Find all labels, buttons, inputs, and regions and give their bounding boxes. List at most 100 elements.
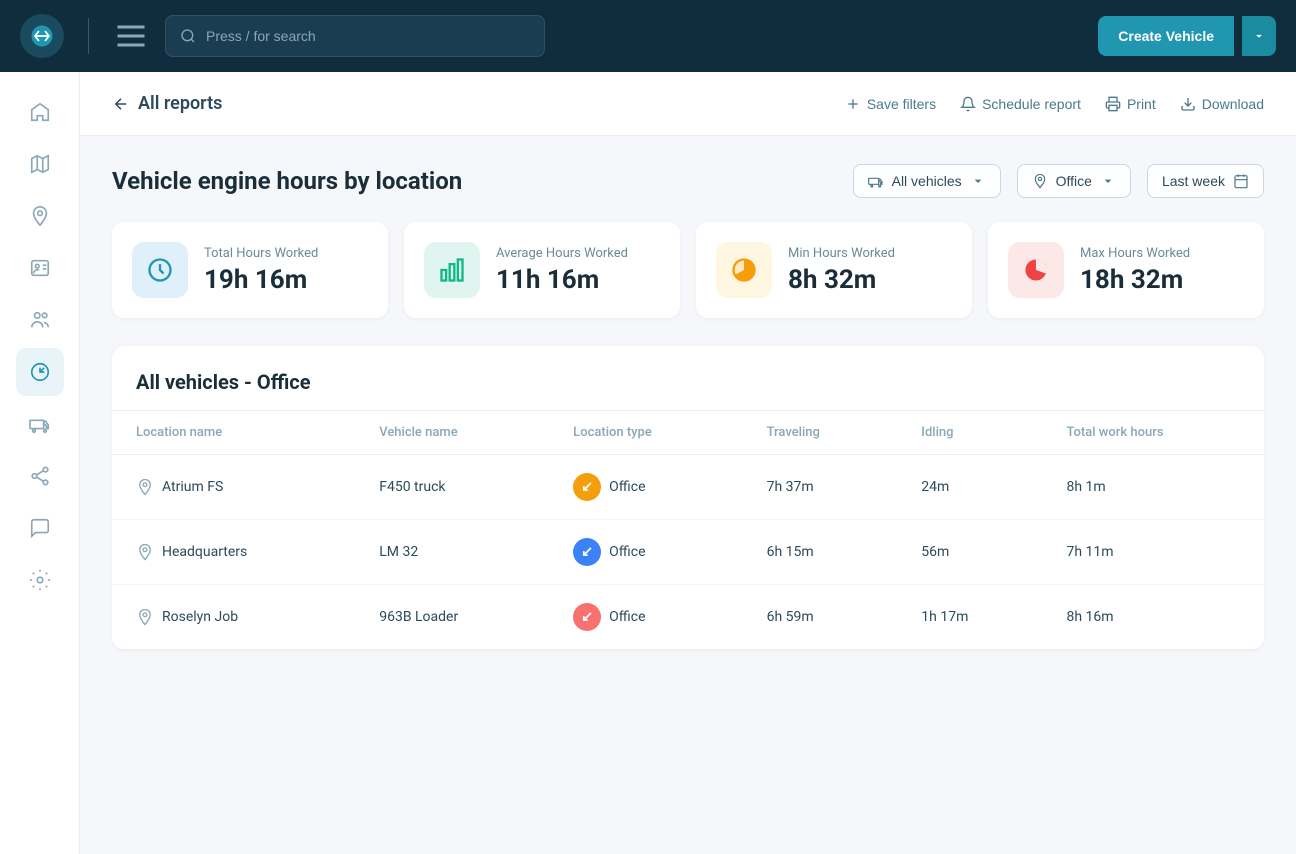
save-filters-button[interactable]: Save filters [845,96,936,112]
type-badge-1: ↙ [573,538,601,566]
header-actions: Save filters Schedule report Print Downl… [845,96,1264,112]
cell-location-1: Headquarters [112,520,355,585]
pin-icon [1032,173,1048,189]
sidebar-item-map[interactable] [16,140,64,188]
chevron-down-icon-2 [1100,173,1116,189]
report-title: Vehicle engine hours by location [112,167,462,195]
type-badge-2: ↙ [573,603,601,631]
table-row: Atrium FS F450 truck ↙ Office 7h 37m 24m… [112,455,1264,520]
col-header-idling: Idling [897,411,1042,455]
location-pin-icon [136,543,154,561]
stat-value-average: 11h 16m [496,265,660,295]
create-vehicle-dropdown[interactable] [1242,16,1276,56]
report-title-row: Vehicle engine hours by location All veh… [112,164,1264,198]
table-row: Roselyn Job 963B Loader ↙ Office 6h 59m … [112,585,1264,650]
table-row: Headquarters LM 32 ↙ Office 6h 15m 56m 7… [112,520,1264,585]
stat-label-total: Total Hours Worked [204,246,368,261]
stat-value-total: 19h 16m [204,265,368,295]
stat-label-average: Average Hours Worked [496,246,660,261]
search-icon [180,28,196,44]
topnav: Create Vehicle [0,0,1296,72]
location-pin-icon [136,608,154,626]
page-title: All reports [138,93,222,114]
table-section-title: All vehicles - Office [112,346,1264,411]
sidebar-item-users[interactable] [16,296,64,344]
create-vehicle-button[interactable]: Create Vehicle [1098,16,1234,56]
data-table: Location name Vehicle name Location type… [112,411,1264,649]
cell-traveling-0: 7h 37m [743,455,898,520]
chevron-down-icon [970,173,986,189]
type-badge-0: ↙ [573,473,601,501]
cell-vehicle-1: LM 32 [355,520,549,585]
col-header-type: Location type [549,411,742,455]
sidebar-item-location[interactable] [16,192,64,240]
stat-card-average: Average Hours Worked 11h 16m [404,222,680,318]
cell-traveling-2: 6h 59m [743,585,898,650]
cell-location-0: Atrium FS [112,455,355,520]
cell-type-1: ↙ Office [549,520,742,585]
nav-divider [88,18,89,54]
back-link[interactable]: All reports [112,93,222,114]
cell-vehicle-0: F450 truck [355,455,549,520]
stats-grid: Total Hours Worked 19h 16m Average [112,222,1264,318]
content-area: All reports Save filters Schedule report… [80,72,1296,854]
truck-icon [868,173,884,189]
sidebar-item-vehicles[interactable] [16,400,64,448]
stat-icon-min [716,242,772,298]
stat-icon-max [1008,242,1064,298]
report-content: Vehicle engine hours by location All veh… [80,136,1296,677]
search-input[interactable] [206,28,530,44]
sidebar-item-settings[interactable] [16,556,64,604]
stat-icon-average [424,242,480,298]
sidebar-item-drivers[interactable] [16,244,64,292]
cell-idling-2: 1h 17m [897,585,1042,650]
location-filter-label: Office [1056,173,1092,189]
col-header-location: Location name [112,411,355,455]
stat-card-min: Min Hours Worked 8h 32m [696,222,972,318]
sidebar [0,72,80,854]
stat-label-max: Max Hours Worked [1080,246,1244,261]
hamburger-button[interactable] [113,18,149,54]
col-header-traveling: Traveling [743,411,898,455]
date-filter-button[interactable]: Last week [1147,164,1264,198]
cell-idling-1: 56m [897,520,1042,585]
date-filter-label: Last week [1162,173,1225,189]
cell-traveling-1: 6h 15m [743,520,898,585]
stat-info-average: Average Hours Worked 11h 16m [496,246,660,295]
download-button[interactable]: Download [1180,96,1264,112]
sidebar-item-home[interactable] [16,88,64,136]
sidebar-item-reports[interactable] [16,348,64,396]
plus-icon [845,96,861,112]
cell-location-2: Roselyn Job [112,585,355,650]
table-section: All vehicles - Office Location name Vehi… [112,346,1264,649]
stat-icon-total [132,242,188,298]
stat-card-total: Total Hours Worked 19h 16m [112,222,388,318]
main-layout: All reports Save filters Schedule report… [0,72,1296,854]
stat-card-max: Max Hours Worked 18h 32m [988,222,1264,318]
schedule-report-button[interactable]: Schedule report [960,96,1081,112]
location-pin-icon [136,478,154,496]
stat-value-max: 18h 32m [1080,265,1244,295]
logo [20,14,64,58]
location-filter-button[interactable]: Office [1017,164,1131,198]
col-header-vehicle: Vehicle name [355,411,549,455]
nav-actions: Create Vehicle [1098,16,1276,56]
bell-icon [960,96,976,112]
cell-vehicle-2: 963B Loader [355,585,549,650]
calendar-icon [1233,173,1249,189]
col-header-total: Total work hours [1042,411,1264,455]
cell-total-1: 7h 11m [1042,520,1264,585]
back-arrow-icon [112,95,130,113]
vehicles-filter-button[interactable]: All vehicles [853,164,1001,198]
cell-type-0: ↙ Office [549,455,742,520]
cell-type-2: ↙ Office [549,585,742,650]
sidebar-item-share[interactable] [16,452,64,500]
print-button[interactable]: Print [1105,96,1156,112]
sidebar-item-messages[interactable] [16,504,64,552]
download-icon [1180,96,1196,112]
stat-info-total: Total Hours Worked 19h 16m [204,246,368,295]
stat-value-min: 8h 32m [788,265,952,295]
stat-label-min: Min Hours Worked [788,246,952,261]
page-header: All reports Save filters Schedule report… [80,72,1296,136]
vehicles-filter-label: All vehicles [892,173,962,189]
